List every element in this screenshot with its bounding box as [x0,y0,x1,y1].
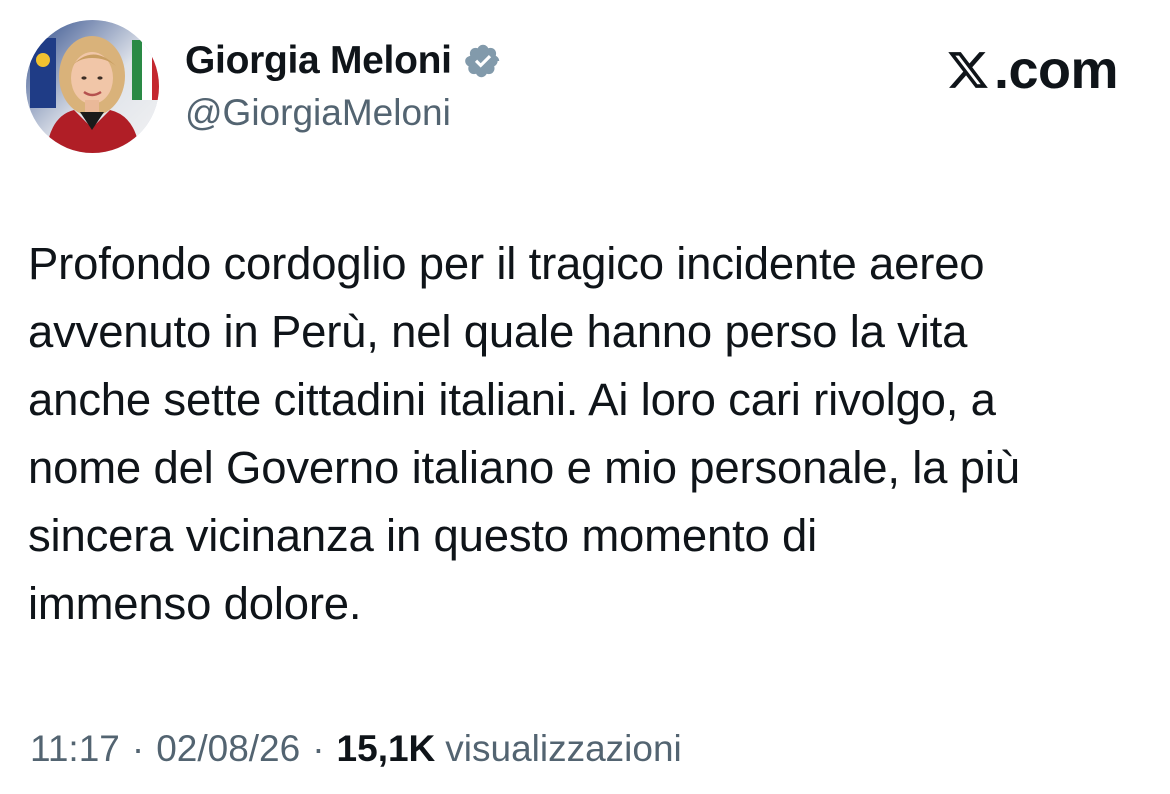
name-row: Giorgia Meloni [185,36,502,86]
profile-photo-icon [26,20,159,153]
tweet-time[interactable]: 11:17 [30,722,120,776]
x-brand: .com [946,40,1119,100]
tweet-meta: 11:17 · 02/08/26 · 15,1K visualizzazioni [30,722,682,776]
x-logo-icon [948,52,988,88]
avatar[interactable] [26,20,159,153]
brand-domain: .com [993,40,1119,100]
views-label: visualizzazioni [445,728,682,769]
tweet-text-line: avvenuto in Perù, nel quale hanno perso … [28,306,968,357]
tweet-text-line: immenso dolore. [28,578,362,629]
tweet-date[interactable]: 02/08/26 [156,722,300,776]
tweet-text-line: anche sette cittadini italiani. Ai loro … [28,374,996,425]
meta-separator: · [312,728,325,769]
verified-badge-icon[interactable] [464,42,502,80]
display-name[interactable]: Giorgia Meloni [185,36,452,86]
author-identity: Giorgia Meloni @GiorgiaMeloni [185,36,502,138]
tweet-text-line: sincera vicinanza in questo momento di [28,510,818,561]
tweet-text-line: nome del Governo italiano e mio personal… [28,442,1020,493]
tweet-text: Profondo cordoglio per il tragico incide… [28,230,1148,638]
meta-separator: · [131,728,145,769]
tweet-card: Giorgia Meloni @GiorgiaMeloni .com Profo… [0,0,1170,794]
views-count[interactable]: 15,1K [337,722,436,776]
tweet-text-line: Profondo cordoglio per il tragico incide… [28,238,985,289]
author-handle[interactable]: @GiorgiaMeloni [185,88,502,138]
